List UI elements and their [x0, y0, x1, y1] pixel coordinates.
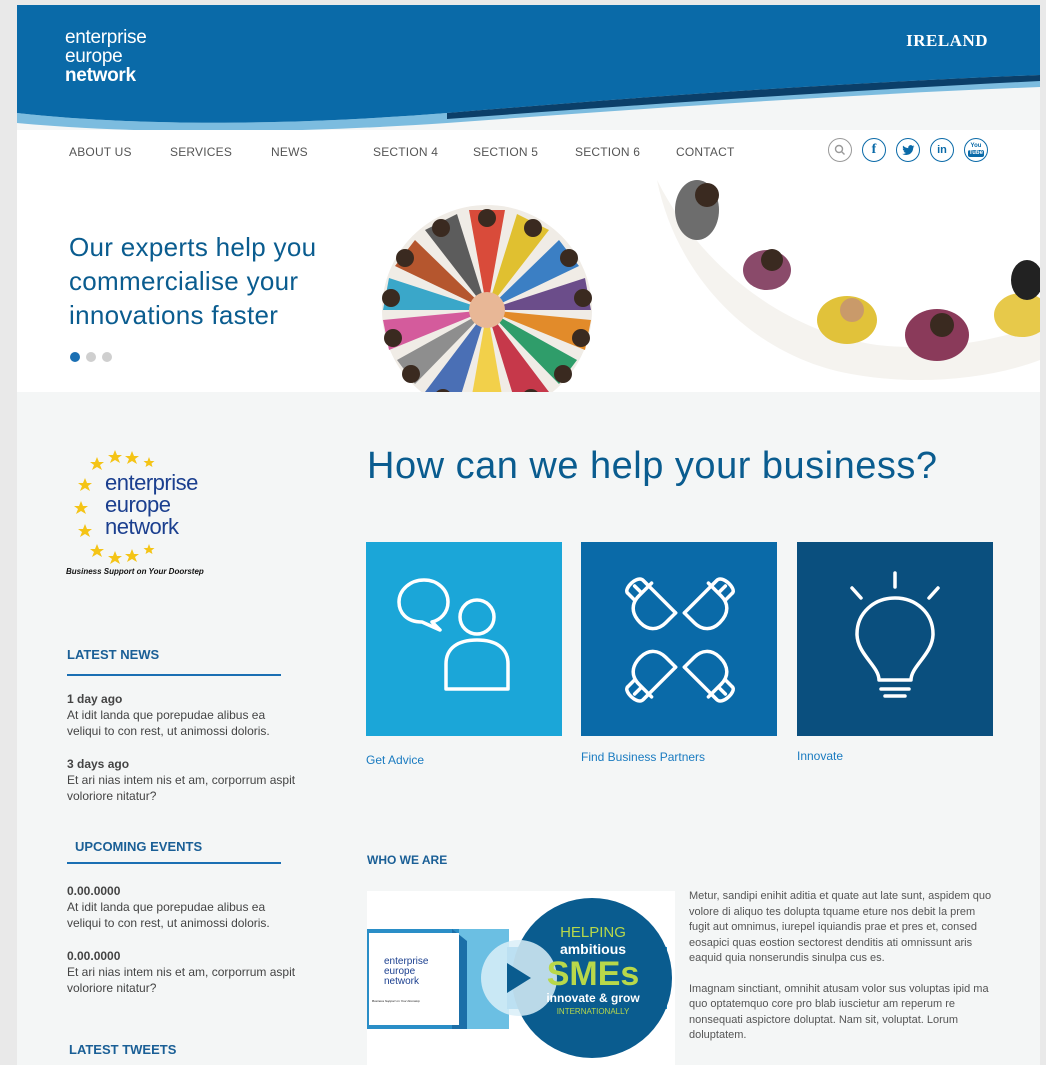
news-item[interactable]: 1 day ago At idit landa que porepudae al…: [67, 691, 297, 739]
main-title: How can we help your business?: [367, 445, 938, 487]
video-logo-box: enterprise europe network Business Suppo…: [369, 933, 459, 1025]
hero-headline: Our experts help you commercialise your …: [69, 232, 317, 330]
sidebar-logo-line-2: europe: [105, 492, 171, 517]
youtube-icon-label: Tube: [968, 150, 984, 157]
slider-dot-3[interactable]: [102, 352, 112, 362]
youtube-icon: You: [970, 143, 982, 149]
people-circle-image: [382, 205, 592, 392]
advice-icon: [397, 578, 510, 691]
get-advice-link[interactable]: Get Advice: [366, 753, 424, 767]
video-caption-line-1: HELPING: [560, 924, 626, 941]
twitter-button[interactable]: [896, 138, 920, 162]
video-logo-tagline: Business Support on Your Doorstep: [372, 999, 420, 1003]
nav-item-about-us[interactable]: ABOUT US: [69, 145, 132, 159]
logo-line-1: enterprise: [65, 27, 147, 48]
event-item-text: Et ari nias intem nis et am, corporrum a…: [67, 965, 296, 995]
nav-item-services[interactable]: SERVICES: [170, 145, 232, 159]
event-item[interactable]: 0.00.0000 At idit landa que porepudae al…: [67, 883, 297, 931]
nav-item-news[interactable]: NEWS: [271, 145, 308, 159]
slider-dot-2[interactable]: [86, 352, 96, 362]
latest-tweets-title: LATEST TWEETS: [69, 1042, 177, 1057]
news-item-text: Et ari nias intem nis et am, corporrum a…: [67, 773, 296, 803]
news-item-date: 3 days ago: [67, 757, 130, 771]
slider-dots: [70, 352, 112, 362]
get-advice-tile[interactable]: [366, 542, 562, 736]
video-logo-line-3: network: [384, 976, 420, 987]
video-caption-line-5: INTERNATIONALLY: [556, 1007, 630, 1016]
sidebar-logo-line-1: enterprise: [105, 470, 198, 495]
nav-item-section-4[interactable]: SECTION 4: [373, 145, 438, 159]
twitter-icon: [901, 144, 914, 155]
site-logo[interactable]: enterprise europe network: [65, 28, 147, 85]
event-item-date: 0.00.0000: [67, 884, 121, 898]
play-button[interactable]: [482, 939, 558, 1015]
facebook-icon: f: [871, 142, 877, 157]
innovate-link[interactable]: Innovate: [797, 749, 843, 763]
linkedin-button[interactable]: in: [930, 138, 954, 162]
lightbulb-icon: [850, 571, 940, 698]
video-player[interactable]: enterprise europe network Business Suppo…: [367, 891, 675, 1065]
youtube-button[interactable]: You Tube: [964, 138, 988, 162]
page: enterprise europe network IRELAND ABOUT …: [17, 5, 1040, 1065]
search-button[interactable]: [828, 138, 852, 162]
site-header: enterprise europe network IRELAND: [17, 5, 1040, 130]
logo-line-2: europe: [65, 46, 123, 67]
nav-item-section-5[interactable]: SECTION 5: [473, 145, 538, 159]
news-item[interactable]: 3 days ago Et ari nias intem nis et am, …: [67, 756, 297, 804]
event-item-text: At idit landa que porepudae alibus ea ve…: [67, 900, 270, 930]
upcoming-events-divider: [67, 862, 281, 864]
nav-item-contact[interactable]: CONTACT: [676, 145, 735, 159]
nav-item-section-6[interactable]: SECTION 6: [575, 145, 640, 159]
sidebar-logo-line-3: network: [105, 514, 179, 539]
event-item[interactable]: 0.00.0000 Et ari nias intem nis et am, c…: [67, 948, 297, 996]
news-item-text: At idit landa que porepudae alibus ea ve…: [67, 708, 270, 738]
main-nav: ABOUT US SERVICES NEWS SECTION 4 SECTION…: [17, 130, 1040, 180]
logo-line-3: network: [65, 65, 136, 86]
latest-news-divider: [67, 674, 281, 676]
upcoming-events-title: UPCOMING EVENTS: [75, 839, 203, 854]
sidebar-logo-text: enterprise europe network: [105, 472, 198, 538]
linkedin-icon: in: [937, 144, 947, 156]
header-wave: [17, 5, 1040, 130]
country-label: IRELAND: [906, 31, 988, 50]
innovate-tile[interactable]: [797, 542, 993, 736]
who-we-are-text: Metur, sandipi enihit aditia et quate au…: [689, 889, 994, 1059]
who-we-are-title: WHO WE ARE: [367, 853, 448, 867]
facebook-button[interactable]: f: [862, 138, 886, 162]
find-partners-link[interactable]: Find Business Partners: [581, 750, 705, 764]
search-icon: [834, 144, 845, 155]
people-arc-image: [657, 180, 1040, 380]
sidebar-logo-tagline: Business Support on Your Doorstep: [66, 567, 204, 576]
slider-dot-1[interactable]: [70, 352, 80, 362]
sidebar-logo: enterprise europe network Business Suppo…: [65, 445, 225, 585]
news-item-date: 1 day ago: [67, 692, 123, 706]
hero-banner: Our experts help you commercialise your …: [17, 180, 1040, 392]
who-paragraph-1: Metur, sandipi enihit aditia et quate au…: [689, 890, 992, 964]
event-item-date: 0.00.0000: [67, 949, 121, 963]
who-paragraph-2: Imagnam sinctiant, omnihit atusam volor …: [689, 982, 989, 1042]
latest-news-title: LATEST NEWS: [67, 647, 160, 662]
partners-icon: [625, 577, 735, 703]
find-partners-tile[interactable]: [581, 542, 777, 736]
